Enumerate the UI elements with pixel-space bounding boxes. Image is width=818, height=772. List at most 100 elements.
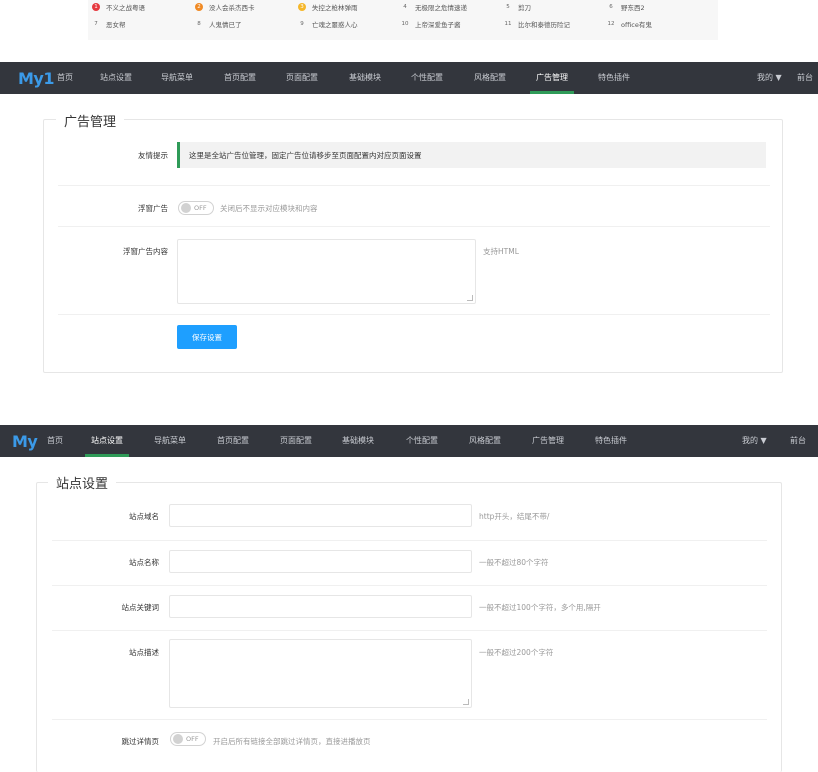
nav-item-site-settings[interactable]: 站点设置: [100, 62, 132, 94]
float-content-textarea[interactable]: [177, 239, 476, 304]
nav-item-basic-modules[interactable]: 基础模块: [349, 62, 381, 94]
user-menu-dropdown[interactable]: 我的 ▼: [757, 62, 782, 94]
ranking-item[interactable]: 10 上帝深爱鱼子酱: [397, 17, 500, 31]
nav-item-site-settings[interactable]: 站点设置: [85, 425, 129, 457]
float-content-hint: 支持HTML: [483, 247, 519, 256]
rank-badge: 2: [195, 3, 203, 11]
nav-item-style-config[interactable]: 风格配置: [474, 62, 506, 94]
switch-knob: [181, 203, 191, 213]
divider: [52, 540, 767, 541]
nav-item-plugins[interactable]: 特色插件: [598, 62, 630, 94]
description-hint: 一般不超过200个字符: [479, 648, 554, 657]
description-label: 站点描述: [129, 648, 159, 657]
ranking-item[interactable]: 1 不义之战粤语: [88, 0, 191, 14]
rank-badge: 5: [506, 4, 510, 10]
float-ad-hint: 关闭后不显示对应模块和内容: [220, 204, 318, 213]
nav-item-plugins[interactable]: 特色插件: [595, 425, 627, 457]
switch-state: OFF: [194, 204, 207, 212]
domain-hint: http开头，结尾不带/: [479, 512, 550, 521]
divider: [52, 630, 767, 631]
nav-item-nav-menu[interactable]: 导航菜单: [161, 62, 193, 94]
nav-item-basic-modules[interactable]: 基础模块: [342, 425, 374, 457]
ranking-title[interactable]: 剪刀: [518, 2, 531, 12]
ranking-title[interactable]: 没人会杀杰西卡: [209, 2, 255, 12]
domain-input[interactable]: [169, 504, 472, 527]
rank-badge: 3: [298, 3, 306, 11]
skip-detail-hint: 开启后所有链接全部跳过详情页，直接进播放页: [213, 737, 371, 746]
rank-badge: 1: [92, 3, 100, 11]
switch-state: OFF: [186, 735, 199, 743]
divider: [58, 185, 770, 186]
site-logo[interactable]: My: [12, 432, 38, 451]
frontend-link[interactable]: 前台: [790, 425, 806, 457]
ranking-item[interactable]: 3 失控之枪林弹雨: [294, 0, 397, 14]
ranking-row-2: 7 恶女帮 8 人鬼情已了 9 亡魂之噩惑人心 10 上帝深爱鱼子酱 11 比尔和泰德历险…: [88, 17, 706, 31]
nav-item-page-config[interactable]: 页面配置: [286, 62, 318, 94]
nav-item-ad-management[interactable]: 广告管理: [530, 62, 574, 94]
keywords-hint: 一般不超过100个字符，多个用,隔开: [479, 603, 601, 612]
ranking-item[interactable]: 8 人鬼情已了: [191, 17, 294, 31]
rank-badge: 9: [300, 21, 304, 27]
nav-item-home-config[interactable]: 首页配置: [217, 425, 249, 457]
ranking-title[interactable]: 恶女帮: [106, 19, 126, 29]
ranking-title[interactable]: office有鬼: [621, 19, 652, 29]
nav-item-home[interactable]: 首页: [57, 62, 73, 94]
ranking-item[interactable]: 11 比尔和泰德历险记: [500, 17, 603, 31]
nav-item-personal-config[interactable]: 个性配置: [411, 62, 443, 94]
rank-badge: 11: [504, 21, 512, 27]
panel-legend: 站点设置: [48, 473, 117, 492]
ranking-title[interactable]: 比尔和泰德历险记: [518, 19, 570, 29]
tip-box: 这里是全站广告位管理，固定广告位请移步至页面配置内对应页面设置: [177, 142, 766, 168]
ranking-title[interactable]: 亡魂之噩惑人心: [312, 19, 358, 29]
ranking-row-1: 1 不义之战粤语 2 没人会杀杰西卡 3 失控之枪林弹雨 4 无极限之危情速递 5 剪刀 …: [88, 0, 706, 14]
nav-item-style-config[interactable]: 风格配置: [469, 425, 501, 457]
skip-detail-switch[interactable]: OFF: [170, 732, 206, 746]
ranking-item[interactable]: 5 剪刀: [500, 0, 603, 14]
nav-item-personal-config[interactable]: 个性配置: [406, 425, 438, 457]
nav-item-ad-management[interactable]: 广告管理: [532, 425, 564, 457]
keywords-label: 站点关键词: [121, 603, 160, 612]
admin-nav-bar: My1 首页 站点设置 导航菜单 首页配置 页面配置 基础模块 个性配置 风格配…: [0, 62, 818, 94]
frontend-link[interactable]: 前台: [797, 62, 813, 94]
nav-item-home-config[interactable]: 首页配置: [224, 62, 256, 94]
site-logo[interactable]: My1: [18, 69, 54, 88]
rank-badge: 8: [197, 21, 201, 27]
float-ad-label: 浮窗广告: [138, 204, 168, 213]
ranking-item[interactable]: 2 没人会杀杰西卡: [191, 0, 294, 14]
float-ad-switch[interactable]: OFF: [178, 201, 214, 215]
rank-badge: 7: [94, 21, 98, 27]
admin-nav-bar-2: My 首页 站点设置 导航菜单 首页配置 页面配置 基础模块 个性配置 风格配置…: [0, 425, 818, 457]
ranking-item[interactable]: 4 无极限之危情速递: [397, 0, 500, 14]
rank-badge: 4: [403, 4, 407, 10]
domain-label: 站点域名: [129, 512, 159, 521]
site-name-hint: 一般不超过80个字符: [479, 558, 549, 567]
tip-label: 友情提示: [138, 151, 168, 160]
ranking-title[interactable]: 上帝深爱鱼子酱: [415, 19, 461, 29]
description-textarea[interactable]: [169, 639, 472, 708]
nav-item-home[interactable]: 首页: [47, 425, 63, 457]
ranking-item[interactable]: 7 恶女帮: [88, 17, 191, 31]
ranking-title[interactable]: 人鬼情已了: [209, 19, 242, 29]
ranking-title[interactable]: 无极限之危情速递: [415, 2, 467, 12]
float-content-label: 浮窗广告内容: [123, 247, 168, 256]
rank-badge: 6: [609, 4, 613, 10]
ranking-title[interactable]: 不义之战粤语: [106, 2, 145, 12]
ranking-item[interactable]: 6 野东西2: [603, 0, 706, 14]
nav-item-nav-menu[interactable]: 导航菜单: [154, 425, 186, 457]
user-menu-dropdown[interactable]: 我的 ▼: [742, 425, 767, 457]
rank-badge: 12: [607, 21, 615, 27]
ranking-title[interactable]: 失控之枪林弹雨: [312, 2, 358, 12]
divider: [58, 226, 770, 227]
skip-detail-label: 跳过详情页: [121, 737, 160, 746]
ranking-title[interactable]: 野东西2: [621, 2, 645, 12]
panel-legend: 广告管理: [56, 111, 125, 130]
save-settings-button[interactable]: 保存设置: [177, 325, 237, 349]
nav-item-page-config[interactable]: 页面配置: [280, 425, 312, 457]
ranking-item[interactable]: 12 office有鬼: [603, 17, 706, 31]
site-name-label: 站点名称: [129, 558, 159, 567]
ranking-item[interactable]: 9 亡魂之噩惑人心: [294, 17, 397, 31]
rank-badge: 10: [401, 21, 409, 27]
divider: [58, 314, 770, 315]
keywords-input[interactable]: [169, 595, 472, 618]
site-name-input[interactable]: [169, 550, 472, 573]
